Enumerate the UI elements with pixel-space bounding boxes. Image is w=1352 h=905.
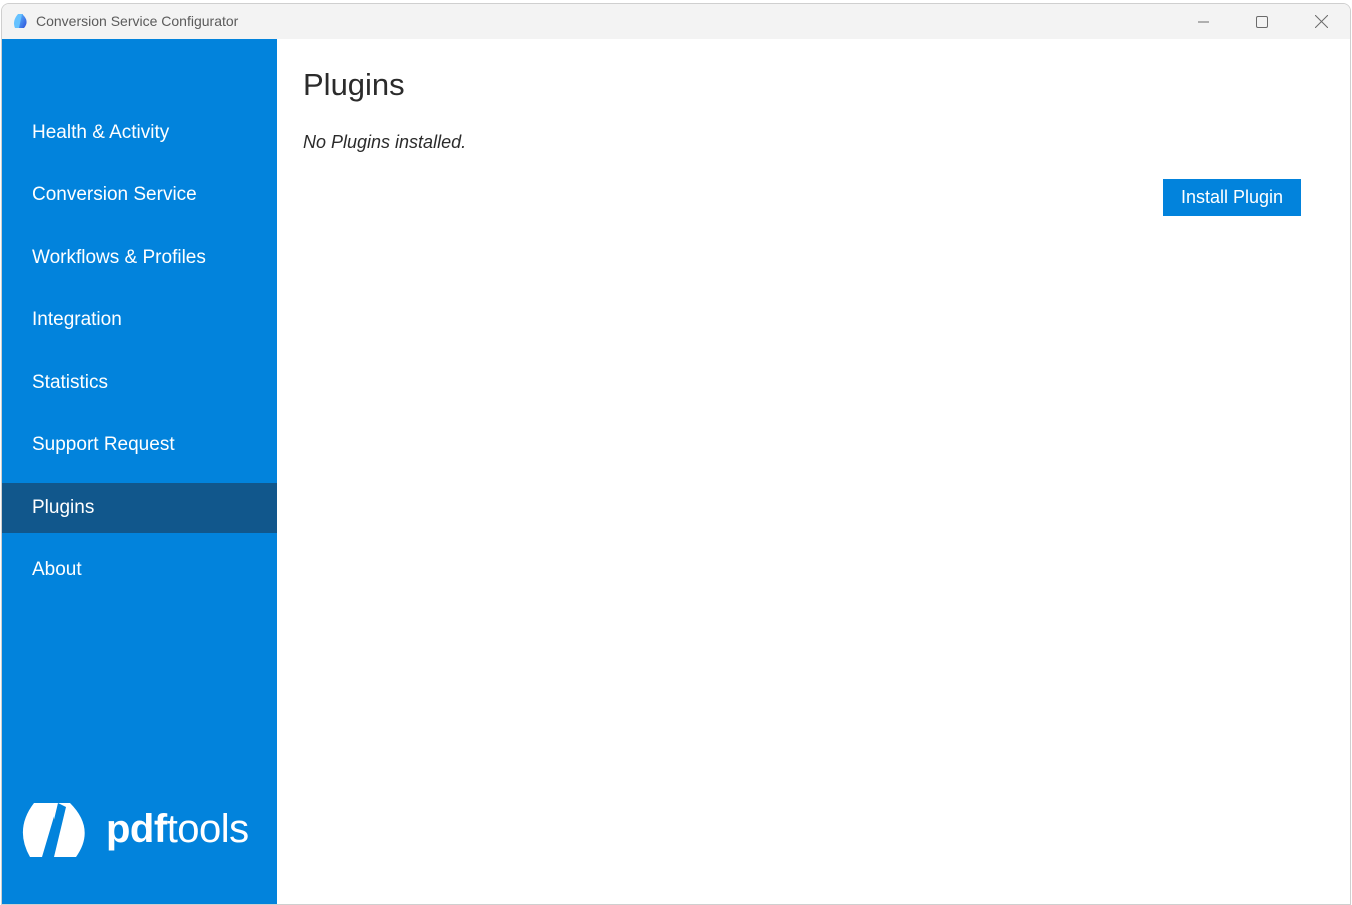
pdftools-logo: pdftools: [20, 799, 249, 859]
sidebar-item-health-activity[interactable]: Health & Activity: [2, 108, 277, 158]
maximize-icon: [1256, 15, 1268, 28]
pdftools-logo-icon: [22, 803, 85, 857]
sidebar-item-about[interactable]: About: [2, 545, 277, 595]
maximize-button[interactable]: [1233, 4, 1291, 39]
sidebar-item-label: Health & Activity: [32, 122, 170, 143]
pdftools-logo-text: pdftools: [106, 806, 249, 851]
close-icon: [1314, 15, 1328, 28]
window-title: Conversion Service Configurator: [36, 13, 239, 29]
install-plugin-button[interactable]: Install Plugin: [1163, 179, 1301, 216]
sidebar-item-integration[interactable]: Integration: [2, 295, 277, 345]
close-button[interactable]: [1292, 4, 1350, 39]
title-bar: Conversion Service Configurator: [2, 4, 1350, 39]
page-title: Plugins: [303, 67, 405, 102]
empty-state-message: No Plugins installed.: [303, 132, 467, 152]
sidebar-item-label: Plugins: [32, 497, 95, 518]
sidebar-item-label: Statistics: [32, 372, 109, 393]
sidebar-item-statistics[interactable]: Statistics: [2, 358, 277, 408]
app-icon: [14, 14, 27, 28]
sidebar-item-label: Integration: [32, 309, 122, 330]
sidebar-item-label: Conversion Service: [32, 184, 197, 205]
main-content: Plugins No Plugins installed. Install Pl…: [277, 39, 1350, 904]
sidebar-item-support-request[interactable]: Support Request: [2, 420, 277, 470]
sidebar-item-label: About: [32, 559, 82, 580]
sidebar-item-label: Workflows & Profiles: [32, 247, 206, 268]
sidebar-item-label: Support Request: [32, 434, 175, 455]
minimize-icon: [1198, 21, 1209, 22]
sidebar-item-workflows-profiles[interactable]: Workflows & Profiles: [2, 233, 277, 283]
sidebar-item-plugins[interactable]: Plugins: [2, 483, 277, 533]
sidebar-item-conversion-service[interactable]: Conversion Service: [2, 170, 277, 220]
sidebar: Health & Activity Conversion Service Wor…: [2, 39, 277, 904]
minimize-button[interactable]: [1175, 4, 1233, 39]
app-window: Conversion Service Configurator Health &…: [1, 3, 1351, 905]
